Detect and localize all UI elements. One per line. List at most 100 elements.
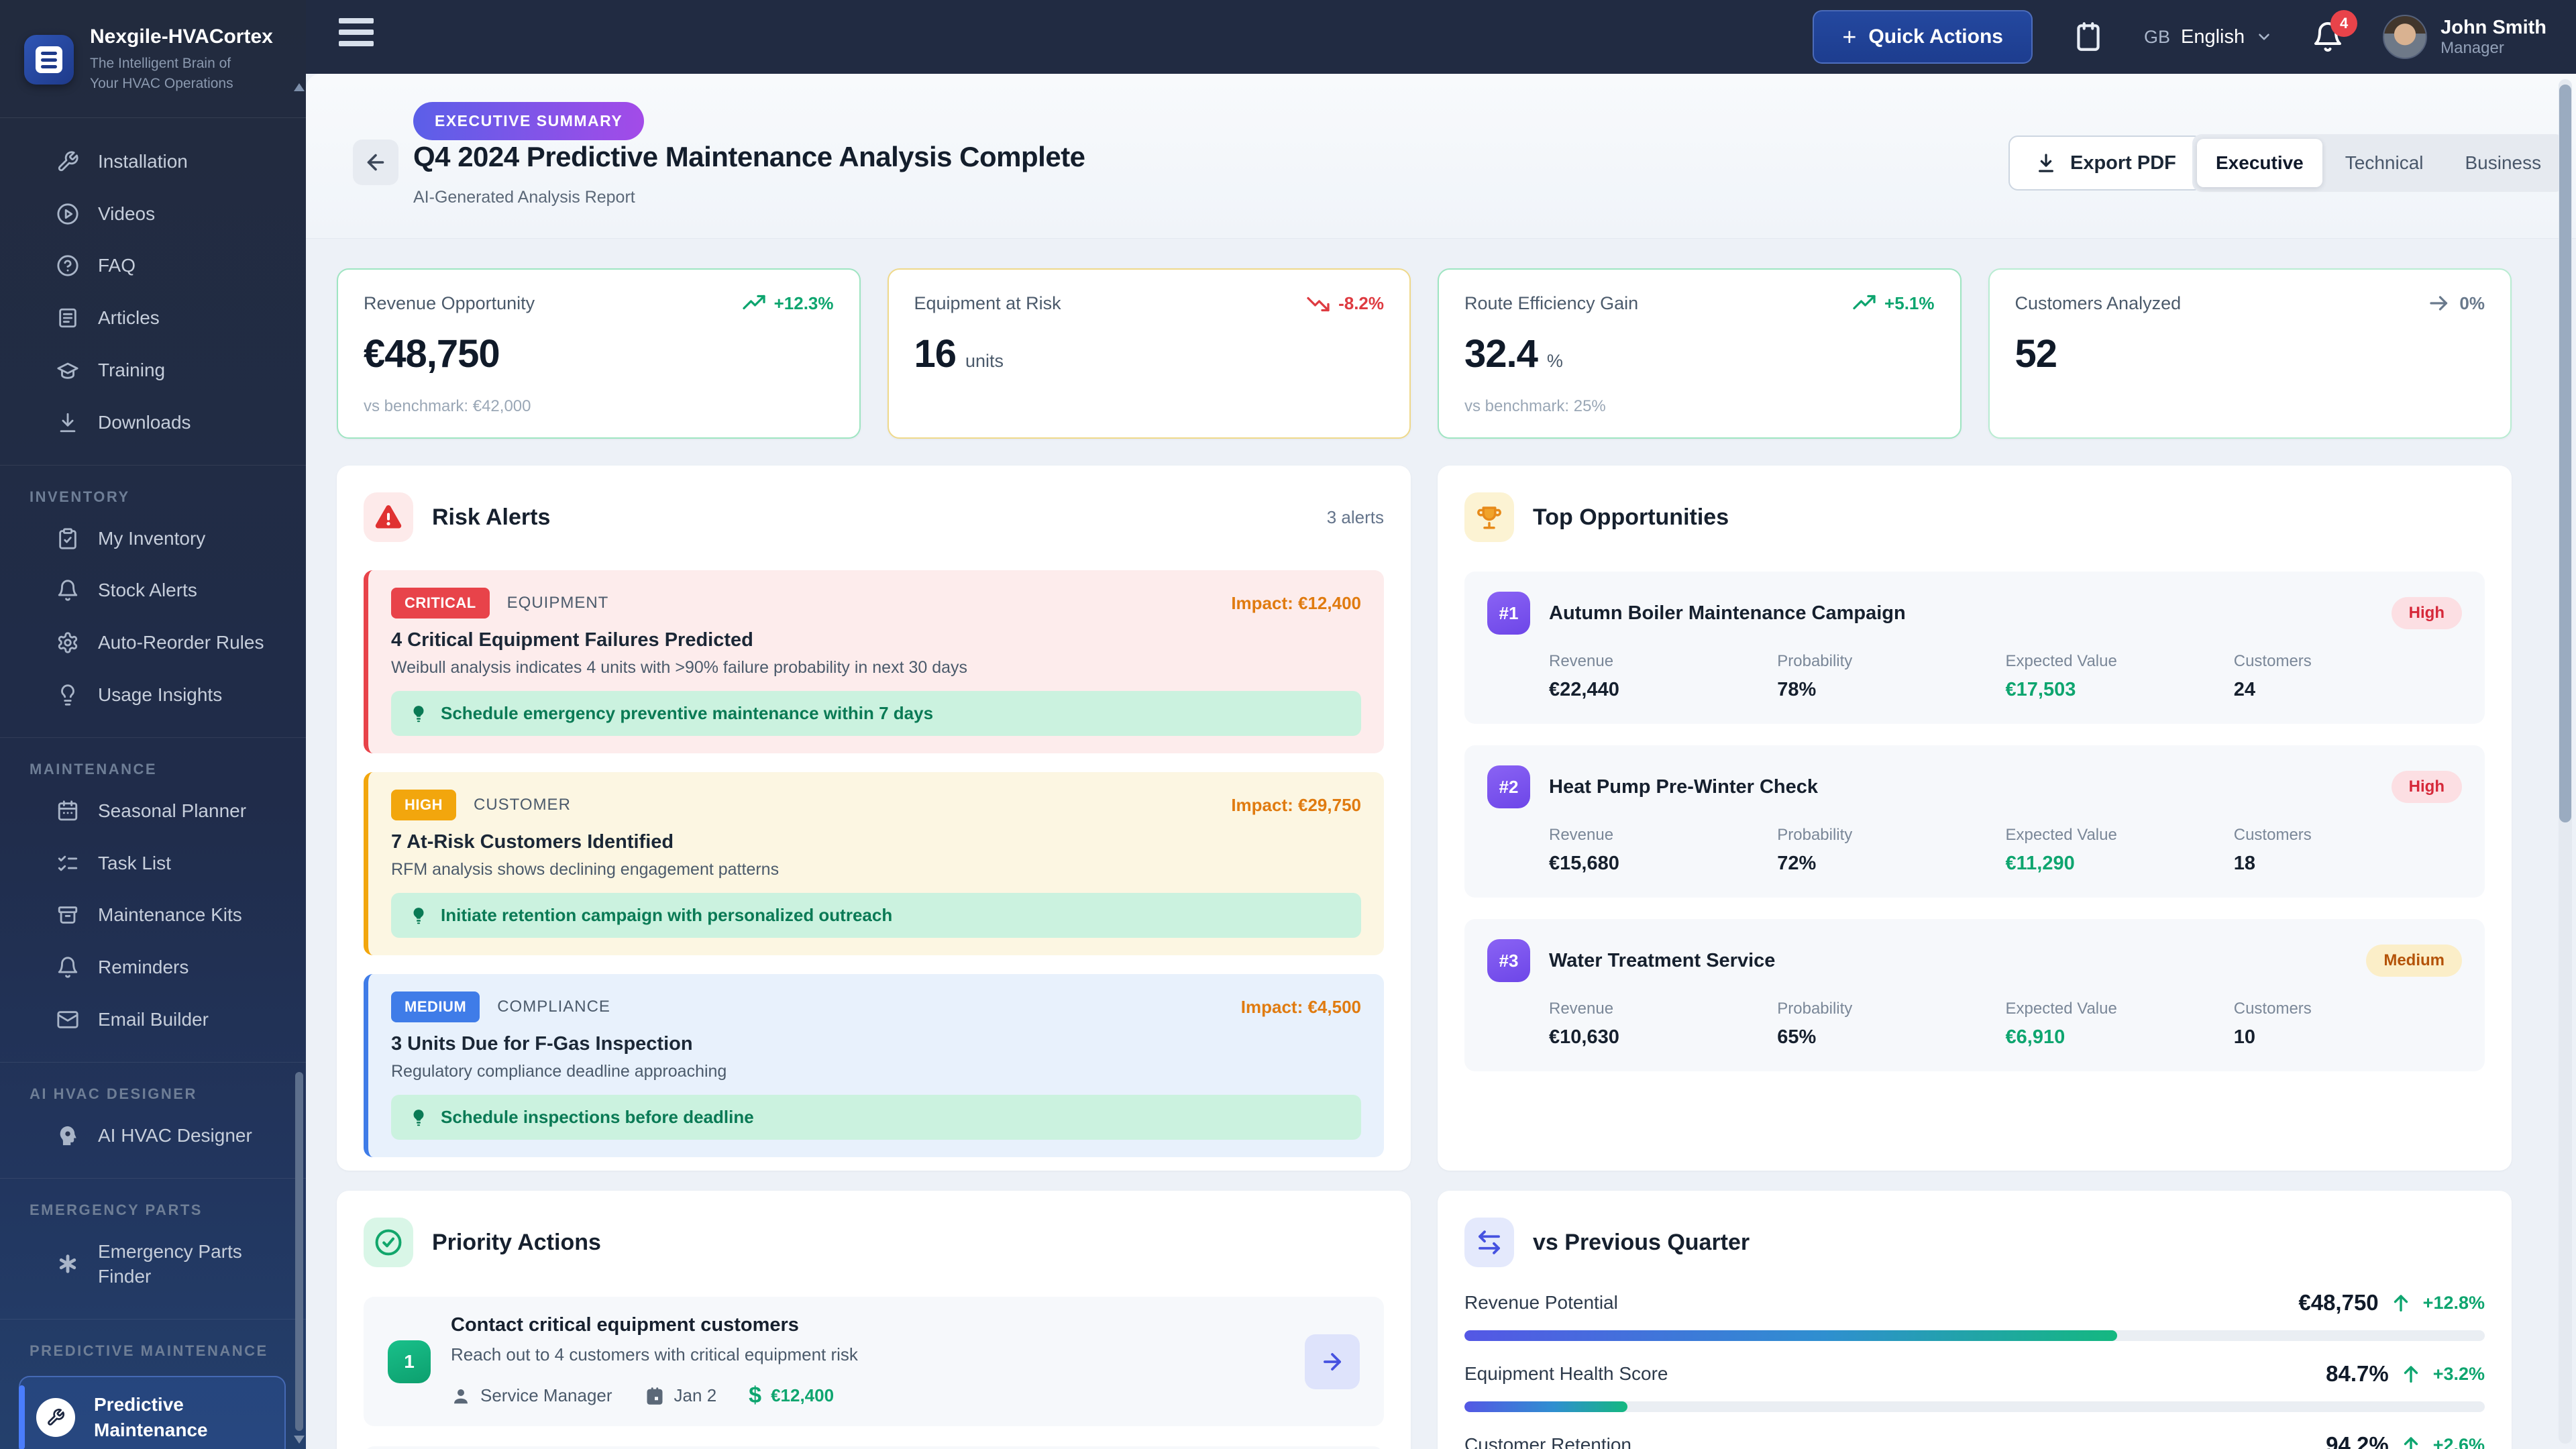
report-view-tabs: Executive Technical Business	[2192, 134, 2565, 192]
tab-executive[interactable]: Executive	[2197, 139, 2322, 187]
alert-category: CUSTOMER	[474, 796, 571, 814]
sidebar-item-emergency-parts-finder[interactable]: Emergency Parts Finder	[0, 1226, 306, 1303]
sidebar-section-predictive-maintenance: PREDICTIVE MAINTENANCE	[0, 1320, 306, 1366]
envelope-icon	[56, 1008, 79, 1031]
severity-badge: HIGH	[391, 790, 456, 820]
user-role: Manager	[2440, 39, 2546, 58]
sidebar-scrollbar-thumb[interactable]	[295, 1072, 303, 1431]
sidebar-item-auto-reorder-rules[interactable]: Auto-Reorder Rules	[0, 616, 306, 669]
page-scrollbar-thumb[interactable]	[2559, 85, 2571, 822]
sidebar-item-predictive-maintenance[interactable]: Predictive Maintenance	[19, 1376, 286, 1449]
kpi-delta: -8.2%	[1338, 293, 1384, 314]
sidebar-item-seasonal-planner[interactable]: Seasonal Planner	[0, 785, 306, 837]
panel-title: Priority Actions	[432, 1230, 601, 1256]
kpi-card-revenue-opportunity: Revenue Opportunity +12.3% €48,750 vs be…	[337, 268, 861, 439]
kpi-delta: +5.1%	[1884, 293, 1934, 314]
scroll-down-arrow-icon[interactable]	[294, 1436, 305, 1444]
chevron-down-icon	[2255, 28, 2273, 46]
sidebar-item-installation[interactable]: Installation	[0, 136, 306, 188]
warning-triangle-icon	[364, 492, 413, 542]
brand: Nexgile-HVACortex The Intelligent Brain …	[0, 0, 306, 118]
kpi-value: 32.4	[1464, 331, 1538, 376]
quick-actions-button[interactable]: + Quick Actions	[1813, 10, 2033, 64]
page-subtitle: AI-Generated Analysis Report	[413, 188, 635, 207]
back-button[interactable]	[353, 140, 398, 185]
metric-delta: +2.6%	[2433, 1435, 2485, 1449]
wrench-circle-icon	[36, 1398, 75, 1437]
sidebar-item-videos[interactable]: Videos	[0, 188, 306, 240]
kpi-value: €48,750	[364, 331, 500, 376]
language-selector[interactable]: GB English	[2144, 26, 2273, 48]
kpi-value: 52	[2015, 331, 2057, 376]
user-menu[interactable]: John Smith Manager	[2383, 15, 2546, 59]
opportunity-card-1[interactable]: #1 Autumn Boiler Maintenance Campaign Hi…	[1464, 572, 2485, 724]
archive-box-icon	[56, 904, 79, 926]
calendar-icon[interactable]	[2072, 20, 2105, 54]
kpi-card-customers-analyzed: Customers Analyzed 0% 52	[1988, 268, 2512, 439]
export-pdf-button[interactable]: Export PDF	[2008, 136, 2203, 191]
sidebar-item-label: Installation	[98, 149, 188, 174]
sidebar-item-articles[interactable]: Articles	[0, 292, 306, 344]
opportunity-name: Heat Pump Pre-Winter Check	[1549, 776, 1818, 798]
progress-bar	[1464, 1330, 2485, 1341]
sidebar-item-label: Reminders	[98, 955, 189, 980]
action-arrow-button[interactable]	[1305, 1334, 1360, 1389]
tab-business[interactable]: Business	[2446, 139, 2560, 187]
sidebar-item-label: Training	[98, 358, 165, 383]
trophy-icon	[1464, 492, 1514, 542]
notifications-button[interactable]: 4	[2312, 21, 2344, 53]
avatar	[2383, 15, 2427, 59]
sidebar-item-usage-insights[interactable]: Usage Insights	[0, 669, 306, 721]
kpi-value: 16	[914, 331, 957, 376]
severity-badge: MEDIUM	[391, 991, 480, 1022]
kpi-label: Route Efficiency Gain	[1464, 293, 1638, 314]
brand-logo-icon	[24, 35, 74, 85]
sidebar-section-maintenance: MAINTENANCE	[0, 738, 306, 785]
sidebar-item-task-list[interactable]: Task List	[0, 837, 306, 890]
priority-action-item-partial	[364, 1446, 1384, 1449]
sidebar-item-email-builder[interactable]: Email Builder	[0, 994, 306, 1046]
sidebar-item-my-inventory[interactable]: My Inventory	[0, 513, 306, 565]
sidebar-item-maintenance-kits[interactable]: Maintenance Kits	[0, 889, 306, 941]
metric-equipment-health-score: Equipment Health Score 84.7% +3.2%	[1464, 1361, 2485, 1412]
customers-value: 18	[2234, 853, 2462, 875]
lightbulb-icon	[56, 684, 79, 706]
priority-badge: High	[2392, 597, 2462, 629]
sidebar-item-label: Seasonal Planner	[98, 798, 246, 824]
calendar-icon	[645, 1386, 665, 1406]
panel-title: vs Previous Quarter	[1533, 1230, 1750, 1256]
scroll-up-arrow-icon[interactable]	[294, 83, 305, 91]
tab-technical[interactable]: Technical	[2326, 139, 2443, 187]
kpi-delta: 0%	[2459, 293, 2485, 314]
arrow-up-icon	[2400, 1362, 2422, 1385]
opportunity-card-3[interactable]: #3 Water Treatment Service Medium Revenu…	[1464, 919, 2485, 1071]
sidebar-item-training[interactable]: Training	[0, 344, 306, 396]
arrow-left-icon	[364, 150, 388, 174]
risk-alert-high: HIGH CUSTOMER Impact: €29,750 7 At-Risk …	[364, 772, 1384, 955]
alert-title: 3 Units Due for F-Gas Inspection	[391, 1033, 1361, 1055]
sidebar-item-faq[interactable]: FAQ	[0, 239, 306, 292]
clipboard-check-icon	[56, 527, 79, 550]
play-circle-icon	[56, 203, 79, 225]
sidebar-item-label: Task List	[98, 851, 171, 876]
sidebar-item-reminders[interactable]: Reminders	[0, 941, 306, 994]
sidebar-item-ai-hvac-designer[interactable]: AI HVAC Designer	[0, 1110, 306, 1162]
menu-icon[interactable]	[339, 18, 374, 52]
metric-delta: +12.8%	[2423, 1293, 2485, 1313]
brand-tagline: The Intelligent Brain ofYour HVAC Operat…	[90, 54, 273, 95]
kpi-label: Customers Analyzed	[2015, 293, 2182, 314]
sidebar-item-stock-alerts[interactable]: Stock Alerts	[0, 564, 306, 616]
risk-alert-medium: MEDIUM COMPLIANCE Impact: €4,500 3 Units…	[364, 974, 1384, 1157]
metric-value: 94.2%	[2326, 1432, 2389, 1449]
alert-description: RFM analysis shows declining engagement …	[391, 860, 1361, 879]
opportunity-card-2[interactable]: #2 Heat Pump Pre-Winter Check High Reven…	[1464, 745, 2485, 898]
alert-recommendation: Initiate retention campaign with persona…	[391, 893, 1361, 938]
person-icon	[451, 1386, 471, 1406]
sidebar-item-downloads[interactable]: Downloads	[0, 396, 306, 449]
help-circle-icon	[56, 254, 79, 277]
panel-title: Top Opportunities	[1533, 504, 1729, 531]
quick-actions-label: Quick Actions	[1868, 25, 2003, 48]
sidebar-item-label: AI HVAC Designer	[98, 1123, 252, 1148]
bell-icon	[56, 579, 79, 602]
expected-value: €17,503	[2006, 679, 2234, 701]
